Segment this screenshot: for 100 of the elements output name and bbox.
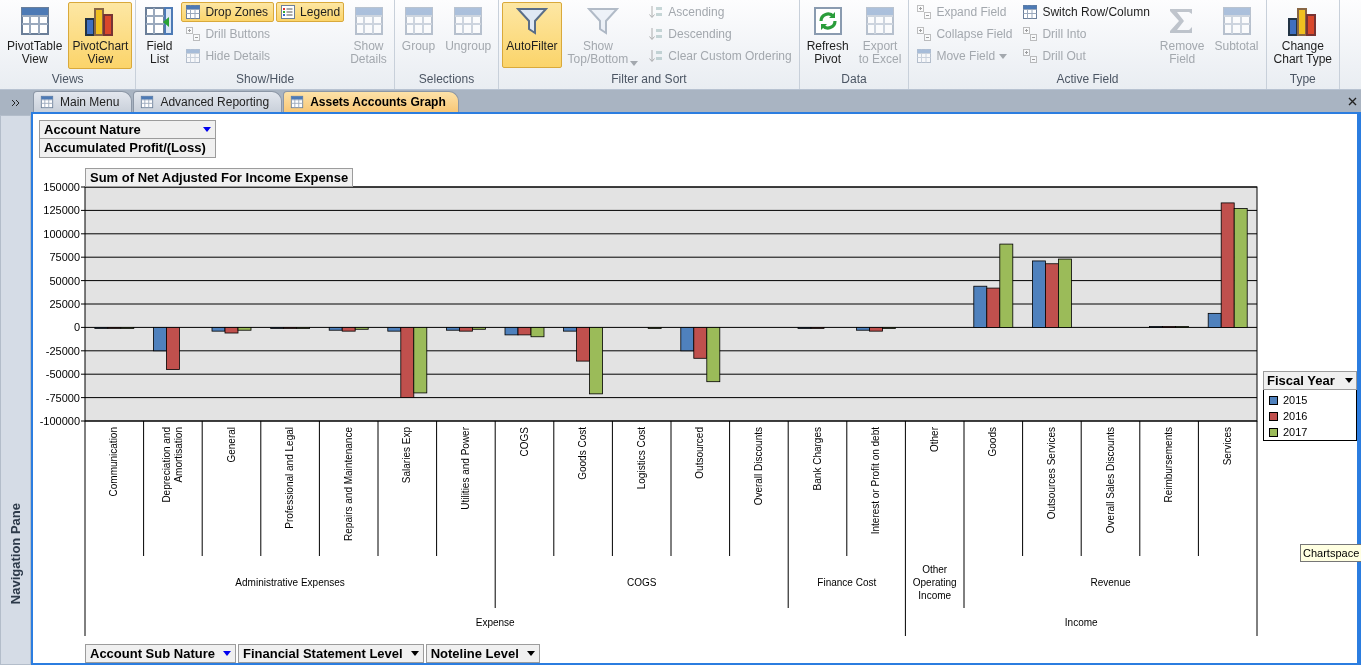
category-label: Overall Discounts: [752, 427, 764, 506]
ribbon-button[interactable]: AutoFilter: [502, 2, 562, 68]
plus-minus-icon: [1022, 48, 1039, 64]
table-icon: [916, 48, 933, 64]
group-axis-label: Other Operating Income: [912, 564, 957, 601]
sort-icon: [648, 26, 665, 42]
axis-tick-label: -100000: [39, 415, 80, 427]
category-label: Salaries Exp: [401, 427, 413, 484]
plus-minus-icon: [185, 26, 202, 42]
axis-tick-label: 125000: [43, 204, 80, 217]
table-icon: [402, 5, 435, 37]
chevron-icon: [10, 98, 21, 107]
group-label: Views: [50, 71, 85, 88]
group-axis-label: Administrative Expenses: [235, 577, 345, 588]
filter-field-button[interactable]: Account Nature: [39, 120, 216, 139]
table-icon: [1220, 5, 1253, 37]
category-label: Depreciation and Amortisation: [160, 427, 184, 503]
category-label: Logistics Cost: [635, 427, 647, 490]
legend-label: 2017: [1283, 426, 1308, 438]
bar: [517, 327, 532, 336]
category-label: Communication: [108, 427, 120, 497]
category-label: Repairs and Maintenance: [342, 427, 354, 541]
axis-tick-label: 150000: [43, 181, 80, 193]
ribbon-button[interactable]: PivotChart View: [68, 2, 133, 69]
plus-minus-icon: [1022, 26, 1039, 42]
group-label: Data: [840, 71, 868, 88]
category-label: Goods Cost: [577, 427, 589, 480]
axis-tick-label: 50000: [49, 274, 80, 287]
category-field-button[interactable]: Financial Statement Level: [237, 644, 424, 663]
table-icon: [40, 95, 54, 109]
plus-minus-icon: [916, 4, 933, 20]
axis-tick-label: -50000: [45, 368, 80, 381]
axis-tick-label: -75000: [45, 391, 80, 404]
category-field-button[interactable]: Noteline Level: [425, 644, 540, 663]
ribbon-button[interactable]: Change Chart Type: [1269, 2, 1337, 69]
legend-label: 2015: [1283, 394, 1308, 406]
category-label: Overall Sales Discounts: [1104, 427, 1116, 534]
category-label: Utilities and Power: [459, 427, 471, 510]
category-field-button[interactable]: Account Sub Nature: [85, 644, 236, 663]
list-icon: [280, 4, 297, 20]
ribbon-button[interactable]: Legend: [276, 2, 345, 22]
bar: [1045, 263, 1059, 328]
table-icon: [290, 95, 305, 109]
close-button[interactable]: [1348, 97, 1357, 106]
category-label: Professional and Legal: [284, 427, 296, 529]
category-label: Goods: [987, 427, 999, 457]
table-icon: [143, 5, 176, 37]
filter-icon: [515, 5, 548, 37]
axis-tick-label: -25000: [45, 344, 80, 357]
navigation-pane-title[interactable]: Navigation Pane: [8, 502, 23, 604]
category-label: Other: [928, 427, 940, 452]
category-label: Services: [1221, 427, 1233, 466]
category-label: Reimbursements: [1163, 427, 1175, 503]
ribbon-button[interactable]: Field List: [139, 2, 180, 69]
legend-label: 2016: [1283, 410, 1308, 422]
data-field-button[interactable]: Sum of Net Adjusted For Income Expense: [85, 168, 354, 187]
axis-tick-label: 0: [73, 321, 80, 334]
sort-icon: [648, 4, 665, 20]
group-axis-label: COGS: [626, 577, 657, 588]
ribbon-button[interactable]: Refresh Pivot: [802, 2, 853, 69]
ribbon-button[interactable]: Switch Row/Column: [1018, 2, 1154, 22]
refresh-icon: [811, 5, 844, 37]
table-icon: [864, 5, 897, 37]
table-icon: [18, 5, 51, 37]
document-tab[interactable]: Advanced Reporting: [133, 91, 283, 112]
category-label: General: [225, 427, 237, 463]
axis-tick-label: 100000: [43, 227, 80, 240]
close-icon: [1348, 97, 1357, 106]
document-tab[interactable]: Assets Accounts Graph: [283, 91, 459, 112]
table-icon: [185, 4, 202, 20]
group-label: Filter and Sort: [610, 71, 688, 88]
plus-minus-icon: [916, 26, 933, 42]
ribbon-button[interactable]: Drop Zones: [181, 2, 275, 22]
table-icon: [452, 5, 485, 37]
document-tab[interactable]: Main Menu: [33, 91, 133, 112]
filter-value: Accumulated Profit/(Loss): [39, 139, 216, 158]
ribbon-button[interactable]: PivotTable View: [3, 2, 67, 69]
group-label: Selections: [417, 71, 476, 88]
group-axis-label: Revenue: [1090, 577, 1131, 588]
sort-icon: [648, 48, 665, 64]
category-label: Interest or Profit on debt: [870, 427, 882, 535]
bar-chart-icon: [1286, 5, 1319, 37]
group-axis-label: Finance Cost: [817, 577, 877, 588]
axis-tick-label: 25000: [49, 298, 80, 310]
category-label: Bank Charges: [811, 427, 823, 491]
series-field-button[interactable]: Fiscal Year: [1263, 371, 1357, 390]
category-label: COGS: [518, 427, 530, 457]
group-axis-label: Expense: [475, 617, 515, 628]
tooltip: Chartspace: [1300, 544, 1361, 562]
table-icon: [352, 5, 385, 37]
table-icon: [140, 95, 155, 109]
group-label: Active Field: [1055, 71, 1120, 88]
table-icon: [185, 48, 202, 64]
group-axis-label: Income: [1064, 617, 1098, 628]
table-icon: [1022, 4, 1039, 20]
category-label: Outsourced: [694, 427, 706, 479]
category-label: Outsources Services: [1045, 427, 1057, 520]
axis-tick-label: 75000: [49, 251, 80, 264]
group-label: Show/Hide: [235, 71, 296, 88]
filter-icon: [586, 5, 619, 37]
